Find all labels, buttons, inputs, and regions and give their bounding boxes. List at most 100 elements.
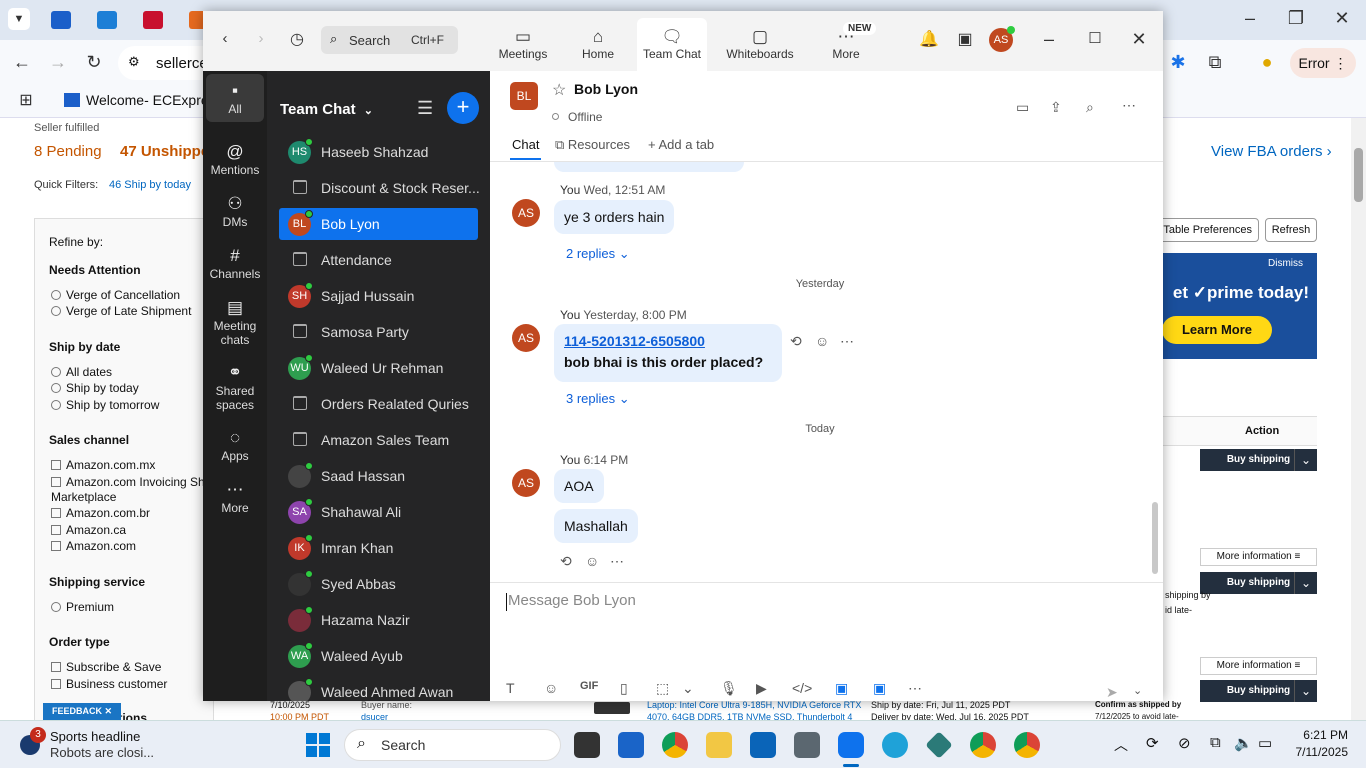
back-icon[interactable]: ← [12,52,32,73]
message-more-icon[interactable]: ⋯ [840,333,854,350]
audio-icon[interactable]: 🎙 [720,680,738,697]
tray-battery-icon[interactable]: ▭ [1258,734,1272,752]
subscribe-option[interactable]: Subscribe & Save [51,660,161,674]
tray-volume-icon[interactable]: 🔈 [1234,734,1253,752]
rail-apps[interactable]: ◌ Apps [206,427,264,463]
contact-item[interactable]: Hazama Nazir [279,604,478,636]
chat-scrollbar[interactable] [1152,502,1158,574]
rail-more[interactable]: ⋯ More [206,479,264,515]
forward-icon[interactable]: → [48,52,68,73]
nav-team-chat[interactable]: 🗨 Team Chat [637,18,707,71]
app1-icon[interactable]: ▣ [835,680,848,697]
reply-icon[interactable]: ⟲ [560,553,572,570]
zoom-app-icon[interactable] [838,732,864,758]
contact-item[interactable]: Discount & Stock Reser... [279,172,480,204]
verge-cancel-option[interactable]: Verge of Cancellation [51,288,180,302]
nav-home[interactable]: ⌂ Home [563,27,633,61]
contact-item[interactable]: Amazon Sales Team [279,424,478,456]
windows-start-icon[interactable] [306,733,330,757]
page-scrollbar[interactable] [1351,118,1366,720]
pending-tab[interactable]: 8 Pending [34,143,102,160]
contact-item[interactable]: Saad Hassan [279,460,478,492]
business-option[interactable]: Business customer [51,677,167,691]
chevron-icon[interactable]: ⌄ [682,680,694,697]
zoom-maximize-icon[interactable]: ☐ [1085,29,1105,47]
contact-item[interactable]: Samosa Party [279,316,478,348]
rail-shared-spaces[interactable]: ⚭ Shared spaces [206,362,264,412]
message-bubble[interactable]: AOA [554,469,604,503]
file-icon[interactable]: ▯ [620,680,628,697]
refresh-button[interactable]: Refresh [1265,218,1317,242]
replies-link[interactable]: 2 replies ⌄ [566,246,630,262]
channel-invoicing[interactable]: Amazon.com Invoicing Shado [51,475,225,489]
message-avatar[interactable]: AS [512,324,540,352]
app-icon[interactable] [925,731,953,759]
buy-shipping-dropdown-3[interactable]: ⌄ [1294,680,1317,702]
apps-grid-icon[interactable]: ⊞ [16,90,36,110]
contact-item[interactable]: Attendance [279,244,478,276]
nav-whiteboards[interactable]: ▢ Whiteboards [725,27,795,61]
text-format-icon[interactable]: T [506,680,515,696]
calculator-icon[interactable] [794,732,820,758]
video-call-icon[interactable]: ▭ [1016,99,1029,116]
contact-item[interactable]: Orders Realated Quries [279,388,478,420]
tab-favicon-ec[interactable] [51,11,71,29]
tab-add[interactable]: + Add a tab [648,137,714,152]
extension-icon[interactable]: ✱ [1168,52,1188,73]
ship-by-tomorrow-option[interactable]: Ship by tomorrow [51,398,159,412]
contact-item[interactable]: Syed Abbas [279,568,478,600]
rail-all[interactable]: ▪ All [206,74,264,122]
error-button[interactable]: Error ⋮ [1290,48,1356,78]
send-options-chevron-icon[interactable]: ⌄ [1133,684,1142,697]
premium-option[interactable]: Premium [51,600,114,614]
more-information-1[interactable]: More information ≡ [1200,548,1317,566]
reload-icon[interactable]: ↻ [84,52,104,73]
channel-com[interactable]: Amazon.com [51,539,136,553]
channel-ca[interactable]: Amazon.ca [51,523,126,537]
outlook-icon[interactable] [750,732,776,758]
feedback-button[interactable]: FEEDBACK ✕ [43,703,121,720]
message-input[interactable]: Message Bob Lyon [506,591,1146,641]
tray-chevron-icon[interactable]: ︿ [1114,735,1128,755]
site-info-icon[interactable]: ⚙ [128,54,140,70]
tray-sync-icon[interactable]: ⟳ [1146,734,1159,752]
channel-mx[interactable]: Amazon.com.mx [51,458,155,472]
contact-item[interactable]: HS Haseeb Shahzad [279,136,478,168]
contact-item[interactable]: SA Shahawal Ali [279,496,478,528]
rail-channels[interactable]: # Channels [206,245,264,281]
chat-more-icon[interactable]: ⋯ [1122,97,1136,114]
file-explorer-icon[interactable] [706,732,732,758]
tray-network-icon[interactable]: ⊘ [1178,734,1191,752]
reply-icon[interactable]: ⟲ [790,333,802,350]
chrome-profile-icon[interactable] [970,732,996,758]
product-title[interactable]: Laptop: Intel Core Ultra 9-185H, NVIDIA … [647,700,861,710]
contact-item[interactable]: SH Sajjad Hussain [279,280,478,312]
star-icon[interactable]: ☆ [552,80,566,100]
ship-today-filter[interactable]: 46 Ship by today [109,179,191,191]
dismiss-link[interactable]: Dismiss [1268,258,1303,269]
buyer-name[interactable]: dsucer [361,712,388,720]
chrome-profile-2-icon[interactable] [1014,732,1040,758]
share-screen-icon[interactable]: ⇪ [1050,99,1062,116]
zoom-close-icon[interactable]: ✕ [1129,29,1149,50]
zoom-minimize-icon[interactable]: – [1039,29,1059,50]
nav-meetings[interactable]: ▭ Meetings [488,27,558,61]
team-chat-title[interactable]: Team Chat ⌄ [280,101,373,118]
rail-meeting-chats[interactable]: ▤ Meeting chats [206,297,264,347]
clock-date[interactable]: 7/11/2025 [1282,745,1349,759]
contact-item[interactable]: WU Waleed Ur Rehman [279,352,478,384]
news-widget[interactable]: 3 Sports headline Robots are closi... [16,727,186,763]
zoom-back-icon[interactable]: ‹ [217,30,233,47]
table-preferences-button[interactable]: t Table Preferences [1150,218,1259,242]
tab-favicon-blue[interactable] [97,11,117,29]
emoji-react-icon[interactable]: ☺ [585,553,599,569]
clock-time[interactable]: 6:21 PM [1296,728,1348,742]
history-icon[interactable]: ◷ [287,29,307,49]
filter-icon[interactable]: ☰ [417,98,433,119]
taskbar-search[interactable]: ⌕ Search [344,729,561,761]
chat-header-avatar[interactable]: BL [510,82,538,110]
tab-chat[interactable]: Chat [510,137,542,160]
notifications-bell-icon[interactable]: 🔔 [918,29,940,49]
new-chat-button[interactable]: + [447,92,479,124]
buy-shipping-dropdown-1[interactable]: ⌄ [1294,449,1317,471]
